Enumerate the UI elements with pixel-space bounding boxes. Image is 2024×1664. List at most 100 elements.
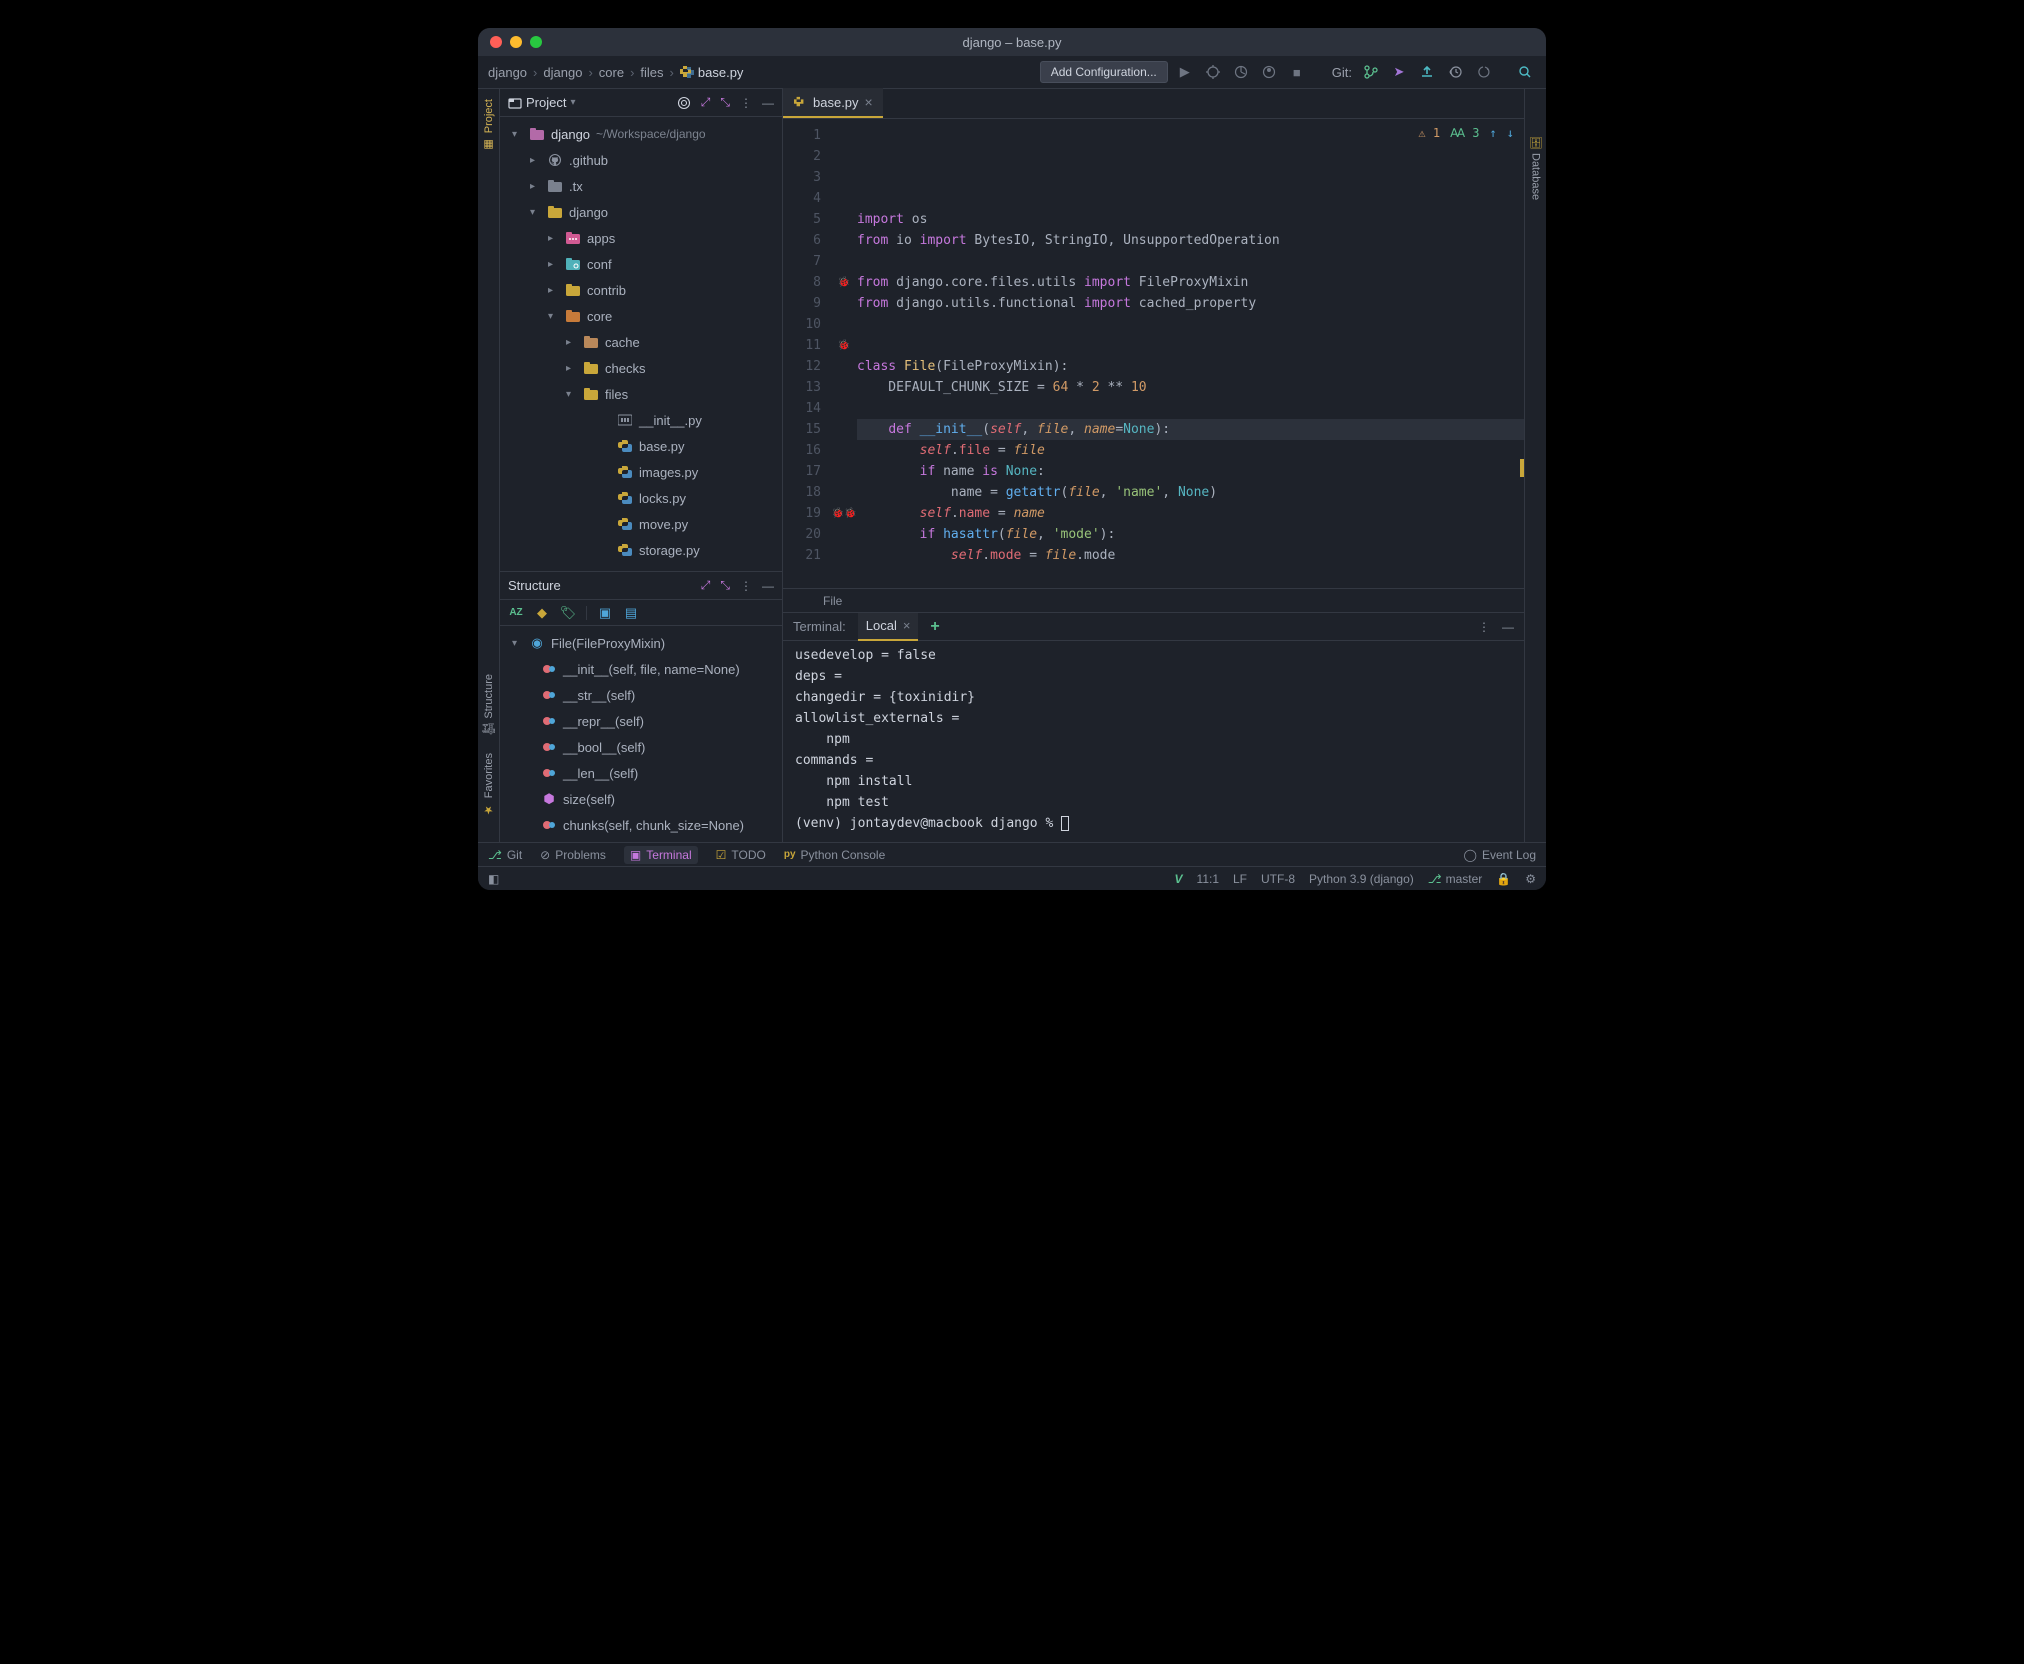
more-icon[interactable]: ⋮ [740,579,752,593]
structure-tree[interactable]: ▾ ◉ File(FileProxyMixin) __init__(self, … [500,626,782,842]
structure-member[interactable]: __init__(self, file, name=None) [500,656,782,682]
line-separator[interactable]: LF [1233,872,1247,886]
tool-todo[interactable]: ☑TODO [716,848,766,862]
prev-highlight-icon[interactable]: ↑ [1490,123,1497,144]
add-terminal-icon[interactable]: + [930,618,939,636]
structure-member[interactable]: __repr__(self) [500,708,782,734]
project-tree[interactable]: ▾ django ~/Workspace/django ▸.github▸.tx… [500,117,782,571]
tree-item[interactable]: base.py [500,433,782,459]
tree-item[interactable]: ▸.github [500,147,782,173]
filter2-icon[interactable]: ▤ [623,605,639,621]
structure-member[interactable]: ⬢size(self) [500,786,782,812]
editor-tab[interactable]: base.py × [783,88,883,118]
weak-warning-indicator[interactable]: Ꜳ 3 [1450,123,1479,144]
coverage-icon[interactable] [1230,61,1252,83]
rail-tab-structure[interactable]: 🏗Structure [482,674,496,737]
tool-terminal[interactable]: ▣Terminal [624,846,698,864]
code-editor[interactable]: 123456789101112131415161718192021 🐞🐞🐞🐞 ⚠… [783,119,1524,588]
close-icon[interactable] [490,36,502,48]
rollback-icon[interactable] [1472,61,1494,83]
inspection-indicators[interactable]: ⚠ 1 Ꜳ 3 ↑ ↓ [1418,123,1514,144]
breadcrumb-item[interactable]: files [640,65,663,80]
tool-event-log[interactable]: ◯Event Log [1464,848,1536,862]
target-icon[interactable] [677,96,691,110]
tree-item[interactable]: ▸conf [500,251,782,277]
breadcrumb-item[interactable]: base.py [680,65,744,80]
editor-breadcrumb[interactable]: File [783,588,1524,612]
tool-window-icon[interactable]: ◧ [488,872,499,886]
tool-problems[interactable]: ⊘Problems [540,848,606,862]
tree-item[interactable]: ▸checks [500,355,782,381]
breadcrumb-item[interactable]: django [543,65,582,80]
project-panel-title[interactable]: Project ▾ [508,95,576,110]
add-configuration-button[interactable]: Add Configuration... [1040,61,1168,83]
sort-type-icon[interactable]: ◆ [534,605,550,621]
breadcrumb-item[interactable]: core [599,65,624,80]
search-icon[interactable] [1514,61,1536,83]
minimize-icon[interactable] [510,36,522,48]
tree-item[interactable]: locks.py [500,485,782,511]
close-icon[interactable]: × [903,618,911,633]
structure-class[interactable]: ▾ ◉ File(FileProxyMixin) [500,630,782,656]
python-interpreter[interactable]: Python 3.9 (django) [1309,872,1414,886]
tool-git[interactable]: ⎇Git [488,848,522,862]
zoom-icon[interactable] [530,36,542,48]
tree-item[interactable]: storage.py [500,537,782,563]
tree-item[interactable]: ▾core [500,303,782,329]
terminal-output[interactable]: usedevelop = falsedeps =changedir = {tox… [783,641,1524,842]
git-branch-icon: ⎇ [1428,872,1442,886]
tree-item[interactable]: ▾django [500,199,782,225]
tree-item[interactable]: ▾files [500,381,782,407]
minimize-icon[interactable]: — [1502,620,1514,634]
run-icon[interactable]: ▶ [1174,61,1196,83]
minimize-icon[interactable]: — [762,96,774,110]
breadcrumb-item[interactable]: django [488,65,527,80]
tree-item[interactable]: ▸cache [500,329,782,355]
next-highlight-icon[interactable]: ↓ [1507,123,1514,144]
chevron-icon: ▸ [548,285,560,296]
tree-item[interactable]: move.py [500,511,782,537]
close-icon[interactable]: × [865,94,873,110]
profile-icon[interactable] [1258,61,1280,83]
tree-item[interactable]: ▸.tx [500,173,782,199]
minimize-icon[interactable]: — [762,579,774,593]
caret-position[interactable]: 11:1 [1197,872,1219,886]
expand-icon[interactable]: ⤢ [701,578,711,593]
expand-icon[interactable]: ⤢ [701,95,711,110]
collapse-icon[interactable]: ⤡ [720,578,730,593]
tree-item[interactable]: ▸apps [500,225,782,251]
structure-member[interactable]: chunks(self, chunk_size=None) [500,812,782,838]
rail-tab-database[interactable]: 🗄Database [1529,135,1543,200]
more-icon[interactable]: ⋮ [740,96,752,110]
git-branch-status[interactable]: ⎇master [1428,872,1483,886]
file-encoding[interactable]: UTF-8 [1261,872,1295,886]
structure-member[interactable]: __len__(self) [500,760,782,786]
rail-tab-project[interactable]: ▦Project [482,99,496,151]
chevron-icon: ▾ [566,389,578,400]
warning-indicator[interactable]: ⚠ 1 [1418,123,1440,144]
stop-icon[interactable]: ■ [1286,61,1308,83]
structure-member[interactable]: __str__(self) [500,682,782,708]
history-icon[interactable] [1444,61,1466,83]
tree-item[interactable]: images.py [500,459,782,485]
tree-root[interactable]: ▾ django ~/Workspace/django [500,121,782,147]
git-branch-icon[interactable] [1360,61,1382,83]
more-icon[interactable]: ⋮ [1478,620,1490,634]
structure-member[interactable]: __bool__(self) [500,734,782,760]
tool-python-console[interactable]: pyPython Console [784,848,885,862]
lock-icon[interactable]: 🔒 [1496,872,1511,886]
debug-icon[interactable] [1202,61,1224,83]
terminal-tab[interactable]: Local × [858,613,919,641]
tree-item[interactable]: __init__.py [500,407,782,433]
git-commit-icon[interactable]: ➤ [1388,61,1410,83]
rail-tab-favorites[interactable]: ★Favorites [482,753,496,816]
filter-icon[interactable]: ▣ [597,605,613,621]
tag-icon[interactable]: 🏷 [560,605,576,621]
code-content[interactable]: ⚠ 1 Ꜳ 3 ↑ ↓ import osfrom io import Byte… [857,119,1524,588]
vim-icon[interactable]: V [1175,872,1183,886]
ide-settings-icon[interactable]: ⚙ [1525,872,1536,886]
git-push-icon[interactable] [1416,61,1438,83]
tree-item[interactable]: ▸contrib [500,277,782,303]
sort-alpha-icon[interactable]: AZ [508,605,524,621]
collapse-icon[interactable]: ⤡ [720,95,730,110]
